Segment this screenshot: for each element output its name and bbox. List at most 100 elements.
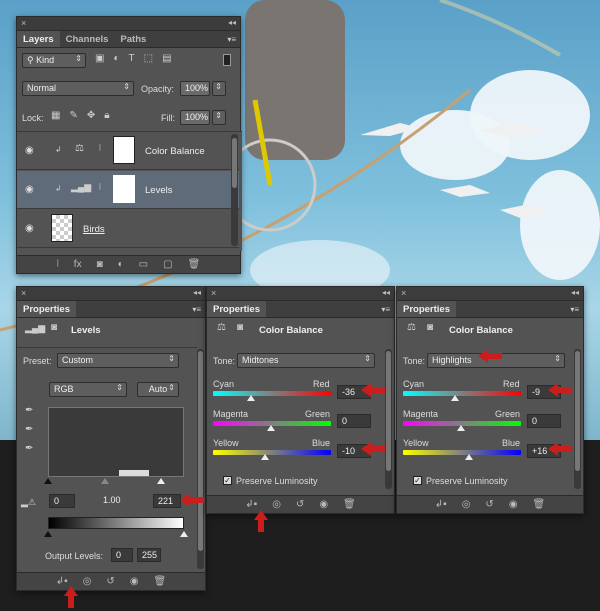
magenta-green-knob[interactable] [457, 425, 465, 431]
panel-menu-icon[interactable]: ▾≡ [227, 35, 236, 44]
panel-titlebar[interactable]: × ◂◂ [17, 17, 240, 31]
reset-icon[interactable]: ↺ [296, 499, 304, 510]
collapse-icon[interactable]: ◂◂ [382, 288, 390, 297]
fx-icon[interactable]: fx [74, 259, 82, 270]
panel-menu-icon[interactable]: ▾≡ [381, 305, 390, 314]
visibility-eye-icon[interactable]: ◉ [509, 499, 518, 510]
cyan-red-slider[interactable] [403, 391, 521, 396]
adjustment-filter-icon[interactable]: ◐ [113, 53, 119, 64]
panel-menu-icon[interactable]: ▾≡ [570, 305, 579, 314]
close-icon[interactable]: × [211, 288, 216, 298]
properties-scrollbar[interactable] [574, 349, 581, 489]
chain-link-icon[interactable]: ⦚ [99, 182, 101, 193]
blend-mode-dropdown[interactable]: Normal [22, 81, 134, 96]
layer-row[interactable]: ◉ Birds [17, 210, 239, 248]
clipping-warning-icon[interactable]: ▂⚠ [21, 497, 36, 508]
yellow-blue-knob[interactable] [465, 454, 473, 460]
filter-toggle[interactable] [223, 54, 231, 66]
view-previous-icon[interactable]: ◎ [462, 499, 471, 510]
yellow-blue-knob[interactable] [261, 454, 269, 460]
reset-icon[interactable]: ↺ [485, 499, 493, 510]
visibility-eye-icon[interactable]: ◉ [130, 576, 139, 587]
input-white-field[interactable]: 221 [153, 494, 181, 508]
input-black-field[interactable]: 0 [49, 494, 75, 508]
magenta-green-value[interactable]: 0 [527, 414, 561, 428]
white-point-slider[interactable] [157, 478, 165, 484]
lock-transparent-icon[interactable]: ▦ [51, 110, 60, 121]
panel-titlebar[interactable]: × ◂◂ [17, 287, 205, 301]
panel-menu-icon[interactable]: ▾≡ [192, 305, 201, 314]
shape-filter-icon[interactable]: ⬚ [144, 53, 153, 64]
tone-dropdown[interactable]: Midtones [237, 353, 375, 368]
collapse-icon[interactable]: ◂◂ [228, 18, 236, 27]
opacity-input[interactable]: 100% [180, 81, 210, 96]
collapse-icon[interactable]: ◂◂ [193, 288, 201, 297]
yellow-blue-slider[interactable] [403, 450, 521, 455]
layer-mask-thumbnail[interactable] [113, 175, 135, 203]
opacity-dropdown[interactable] [212, 81, 226, 96]
fill-dropdown[interactable] [212, 110, 226, 125]
lock-pixels-icon[interactable]: ✎ [69, 110, 77, 121]
trash-icon[interactable]: 🗑︎ [188, 259, 201, 270]
gray-eyedropper-icon[interactable]: ✒ [25, 424, 33, 435]
white-eyedropper-icon[interactable]: ✒ [25, 443, 33, 454]
visibility-eye-icon[interactable]: ◉ [319, 499, 328, 510]
chain-link-icon[interactable]: ⦚ [99, 143, 101, 154]
new-group-icon[interactable]: ▭ [139, 259, 148, 270]
layers-scrollbar[interactable] [231, 134, 238, 246]
layer-row-selected[interactable]: ◉ ↲ ▂▄▆ ⦚ Levels [17, 171, 239, 209]
preserve-luminosity-checkbox[interactable]: ✓ [223, 476, 232, 485]
auto-button[interactable]: Auto [137, 382, 179, 397]
collapse-icon[interactable]: ◂◂ [571, 288, 579, 297]
tab-properties[interactable]: Properties [17, 301, 76, 317]
link-layers-icon[interactable]: ⦚ [57, 259, 59, 270]
input-gamma-field[interactable]: 1.00 [99, 494, 127, 508]
close-icon[interactable]: × [401, 288, 406, 298]
preset-dropdown[interactable]: Custom [57, 353, 179, 368]
view-previous-icon[interactable]: ◎ [83, 576, 92, 587]
tab-properties[interactable]: Properties [207, 301, 266, 317]
tab-channels[interactable]: Channels [60, 31, 115, 47]
reset-icon[interactable]: ↺ [106, 576, 114, 587]
pixel-filter-icon[interactable]: ▣ [95, 53, 104, 64]
layer-mask-thumbnail[interactable] [113, 136, 135, 164]
type-filter-icon[interactable]: T [129, 53, 135, 64]
magenta-green-value[interactable]: 0 [337, 414, 371, 428]
black-point-slider[interactable] [44, 478, 52, 484]
mask-icon[interactable]: ◙ [51, 322, 57, 333]
output-white-field[interactable]: 255 [137, 548, 161, 562]
lock-all-icon[interactable]: 🔒︎ [104, 110, 109, 121]
panel-titlebar[interactable]: × ◂◂ [397, 287, 583, 301]
magenta-green-knob[interactable] [267, 425, 275, 431]
filter-kind-dropdown[interactable]: ⚲ Kind [22, 53, 86, 68]
fill-input[interactable]: 100% [180, 110, 210, 125]
cyan-red-slider[interactable] [213, 391, 331, 396]
mask-icon[interactable]: ◙ [237, 322, 243, 333]
new-adjustment-icon[interactable]: ◐ [118, 259, 124, 270]
output-white-slider[interactable] [180, 531, 188, 537]
eye-icon[interactable]: ◉ [25, 145, 34, 156]
channel-dropdown[interactable]: RGB [49, 382, 127, 397]
clip-to-layer-icon[interactable]: ↲▪ [435, 499, 447, 510]
tab-layers[interactable]: Layers [17, 31, 60, 47]
tab-paths[interactable]: Paths [114, 31, 152, 47]
close-icon[interactable]: × [21, 18, 26, 28]
output-black-slider[interactable] [44, 531, 52, 537]
gamma-slider[interactable] [101, 478, 109, 484]
cyan-red-knob[interactable] [451, 395, 459, 401]
trash-icon[interactable]: 🗑︎ [154, 576, 167, 587]
cyan-red-knob[interactable] [247, 395, 255, 401]
mask-icon[interactable]: ◙ [427, 322, 433, 333]
output-black-field[interactable]: 0 [111, 548, 133, 562]
tab-properties[interactable]: Properties [397, 301, 456, 317]
panel-titlebar[interactable]: × ◂◂ [207, 287, 394, 301]
clip-to-layer-icon[interactable]: ↲▪ [245, 499, 257, 510]
yellow-blue-slider[interactable] [213, 450, 331, 455]
eye-icon[interactable]: ◉ [25, 223, 34, 234]
lock-position-icon[interactable]: ✥ [87, 110, 95, 121]
close-icon[interactable]: × [21, 288, 26, 298]
properties-scrollbar[interactable] [385, 349, 392, 489]
trash-icon[interactable]: 🗑︎ [343, 499, 356, 510]
view-previous-icon[interactable]: ◎ [272, 499, 281, 510]
properties-scrollbar[interactable] [197, 349, 204, 569]
